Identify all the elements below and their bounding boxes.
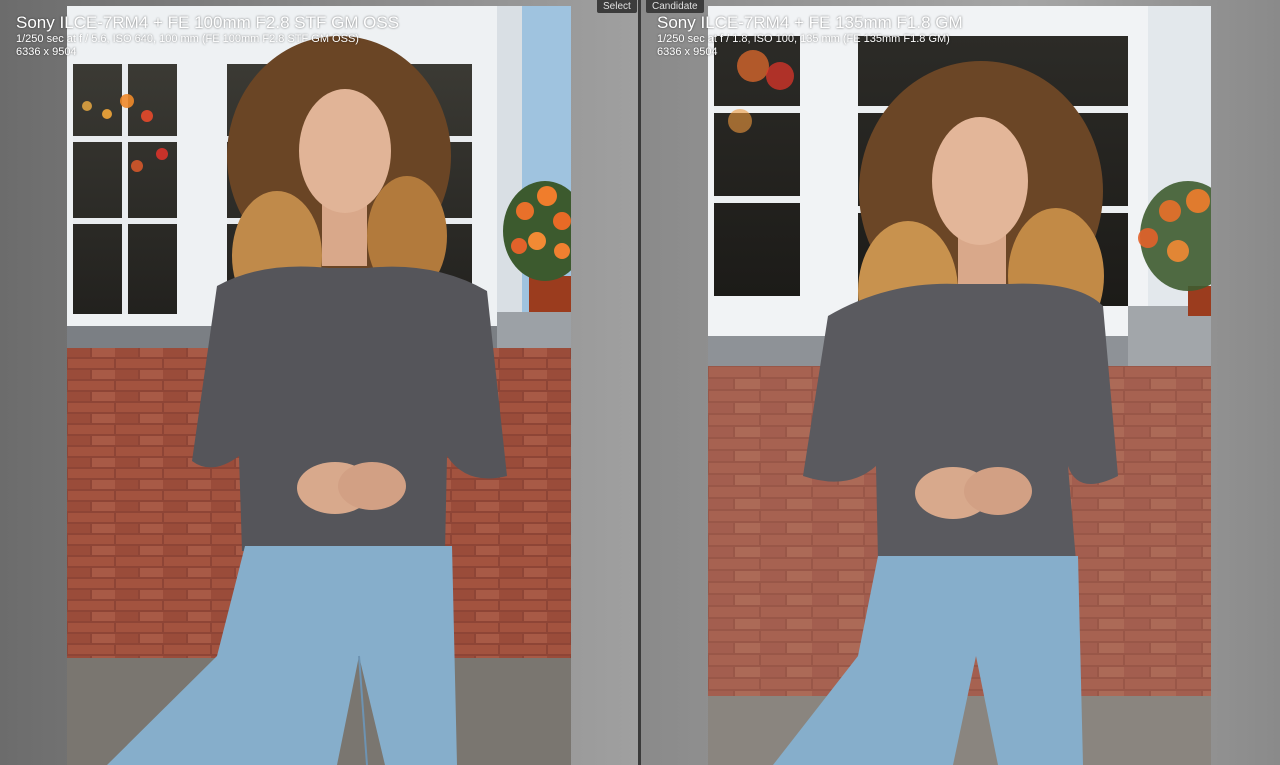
select-camera-lens: Sony ILCE-7RM4 + FE 100mm F2.8 STF GM OS… <box>16 13 400 32</box>
candidate-photo[interactable] <box>708 6 1211 765</box>
select-tag: Select <box>597 0 637 13</box>
select-exposure-settings: 1/250 sec at f / 5.6, ISO 640, 100 mm (F… <box>16 33 359 45</box>
candidate-info-overlay: Sony ILCE-7RM4 + FE 135mm F1.8 GM 1/250 … <box>657 12 963 59</box>
select-info-overlay: Sony ILCE-7RM4 + FE 100mm F2.8 STF GM OS… <box>16 12 399 59</box>
select-photo-image <box>67 6 571 765</box>
compare-view: Sony ILCE-7RM4 + FE 100mm F2.8 STF GM OS… <box>0 0 1280 765</box>
candidate-pane[interactable]: Sony ILCE-7RM4 + FE 135mm F1.8 GM 1/250 … <box>641 0 1280 765</box>
select-image-dimensions: 6336 x 9504 <box>16 46 77 58</box>
select-pane[interactable]: Sony ILCE-7RM4 + FE 100mm F2.8 STF GM OS… <box>0 0 638 765</box>
candidate-exposure-settings: 1/250 sec at f / 1.8, ISO 100, 135 mm (F… <box>657 33 950 45</box>
candidate-camera-lens: Sony ILCE-7RM4 + FE 135mm F1.8 GM <box>657 13 963 32</box>
candidate-photo-image <box>708 6 1211 765</box>
candidate-image-dimensions: 6336 x 9504 <box>657 46 718 58</box>
select-photo[interactable] <box>67 6 571 765</box>
